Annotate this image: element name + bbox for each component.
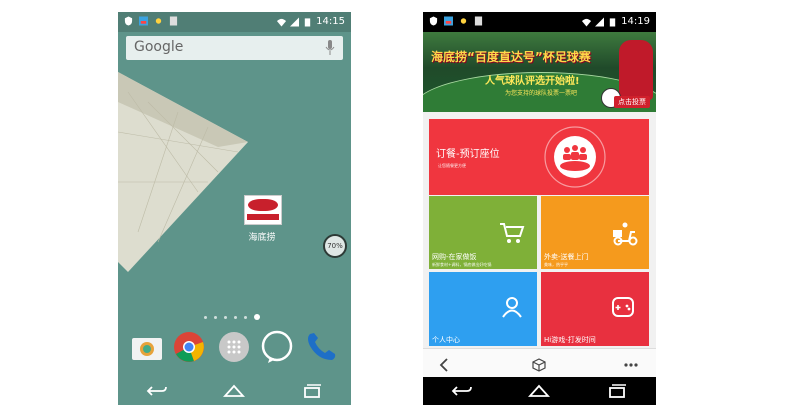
user-icon (502, 297, 522, 318)
wallpaper-shape (118, 72, 248, 272)
app-drawer-icon[interactable] (217, 330, 251, 364)
clock: 14:15 (316, 16, 345, 27)
football-promo-banner[interactable]: 海底捞“百度直达号”杯足球赛 人气球队评选开始啦! 为您支持的球队投票一票吧 点… (423, 32, 656, 112)
tile-booking[interactable]: 订餐-预订座位 让您随餐更方便 (429, 119, 649, 195)
shopping-cart-icon (500, 223, 525, 243)
page-indicator (204, 314, 260, 320)
gamepad-icon (612, 297, 634, 317)
document-notification-icon (474, 16, 483, 26)
signal-icon (290, 17, 300, 27)
page-dot (224, 315, 227, 319)
back-icon[interactable] (451, 383, 473, 399)
wifi-icon (277, 18, 287, 27)
photo-notification-icon (139, 16, 148, 26)
home-screen: 14:15 Google 海底捞 70% (118, 12, 351, 405)
page-dot (204, 315, 207, 319)
haidilao-logo-bar (247, 214, 279, 220)
group-dining-icon (544, 126, 606, 188)
back-icon[interactable] (146, 383, 168, 399)
tile-takeaway[interactable]: 外卖-送餐上门 美味，热乎乎 (541, 196, 649, 269)
page-dot (214, 315, 217, 319)
haidilao-app-icon[interactable] (244, 195, 282, 225)
haidilao-app-screen: 14:19 海底捞“百度直达号”杯足球赛 人气球队评选开始啦! 为您支持的球队投… (423, 12, 656, 405)
phone-app-icon[interactable] (304, 330, 338, 364)
recent-apps-icon[interactable] (301, 383, 323, 399)
cube-icon[interactable] (531, 357, 547, 373)
battery-icon (609, 18, 616, 27)
banner-player (619, 40, 653, 100)
tile-booking-label: 订餐-预订座位 (436, 149, 500, 160)
tile-booking-sub: 让您随餐更方便 (438, 163, 466, 168)
clock: 14:19 (621, 16, 650, 27)
banner-note: 为您支持的球队投票一票吧 (505, 90, 578, 97)
wifi-icon (582, 18, 592, 27)
battery-widget[interactable]: 70% (323, 234, 347, 258)
tile-takeaway-label: 外卖-送餐上门 (544, 253, 589, 261)
tile-personal-label: 个人中心 (432, 336, 460, 344)
battery-icon (304, 18, 311, 27)
tile-takeaway-sub: 美味，热乎乎 (544, 262, 568, 267)
document-notification-icon (169, 16, 178, 26)
sun-icon (155, 18, 162, 24)
home-icon[interactable] (528, 383, 551, 399)
tile-shopping-label: 网购-在家做饭 (432, 253, 477, 261)
haidilao-logo-mark (248, 199, 278, 211)
dock (118, 330, 351, 370)
recent-apps-icon[interactable] (606, 383, 628, 399)
hangouts-app-icon[interactable] (260, 330, 294, 364)
page-dot-active (254, 314, 260, 320)
signal-icon (595, 17, 605, 27)
haidilao-app-label: 海底捞 (248, 233, 276, 243)
chrome-app-icon[interactable] (172, 330, 206, 364)
status-bar: 14:19 (423, 12, 656, 32)
shield-icon (124, 16, 133, 26)
vote-button[interactable]: 点击投票 (614, 96, 650, 108)
tile-personal-center[interactable]: 个人中心 (429, 272, 537, 346)
home-icon[interactable] (223, 383, 246, 399)
navigation-bar (118, 377, 351, 405)
banner-title: 海底捞“百度直达号”杯足球赛 (431, 50, 591, 64)
more-options-icon[interactable] (623, 357, 639, 373)
status-bar: 14:15 (118, 12, 351, 32)
shield-icon (429, 16, 438, 26)
delivery-scooter-icon (613, 222, 638, 246)
page-dot (234, 315, 237, 319)
photo-notification-icon (444, 16, 453, 26)
microphone-icon[interactable] (325, 40, 335, 56)
sun-icon (460, 18, 467, 24)
tile-shopping[interactable]: 网购-在家做饭 新鲜食材+调料，锅底做出好吃锅 (429, 196, 537, 269)
page-dot (244, 315, 247, 319)
camera-app-icon[interactable] (130, 330, 164, 364)
navigation-bar (423, 377, 656, 405)
banner-subtitle: 人气球队评选开始啦! (485, 76, 580, 87)
chevron-left-icon[interactable] (437, 357, 453, 373)
google-logo: Google (134, 39, 184, 55)
google-search-bar[interactable]: Google (126, 36, 343, 60)
tile-games-label: Hi游戏-打发时间 (544, 336, 596, 344)
tile-games[interactable]: Hi游戏-打发时间 (541, 272, 649, 346)
tile-shopping-sub: 新鲜食材+调料，锅底做出好吃锅 (432, 262, 492, 267)
